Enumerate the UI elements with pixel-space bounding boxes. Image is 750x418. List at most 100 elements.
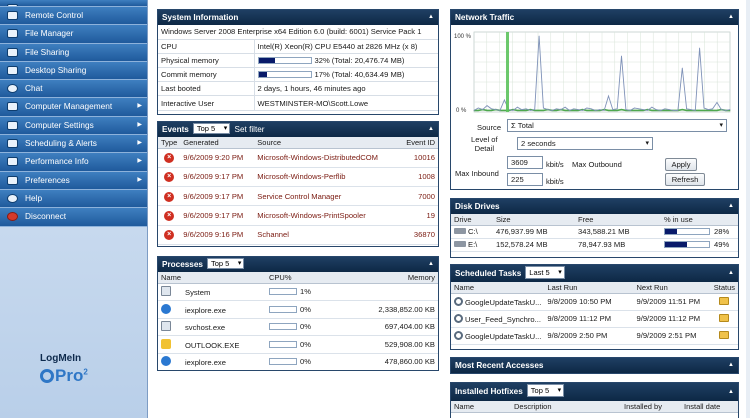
system-info-row: CPU Intel(R) Xeon(R) CPU E5440 at 2826 MH…: [158, 39, 438, 54]
event-source[interactable]: Microsoft-Windows-PrintSpooler: [254, 205, 398, 226]
chart-data-point: [647, 110, 648, 111]
col-in-use[interactable]: % in use: [661, 214, 738, 226]
task-icon: [454, 296, 463, 306]
collapse-icon[interactable]: ▲: [728, 383, 734, 401]
folder-icon[interactable]: [719, 313, 730, 322]
col-last-run[interactable]: Last Run: [544, 282, 634, 294]
sidebar-item-desktop-sharing[interactable]: Desktop Sharing: [0, 61, 147, 81]
process-cpu: 0%: [300, 304, 311, 314]
chart-data-point: [716, 102, 718, 103]
installed-hotfixes-header: Installed HotfixesTop 5 ▲: [451, 383, 738, 401]
col-name[interactable]: Name: [158, 272, 266, 284]
process-row[interactable]: iexplore.exe 0% 2,338,852.00 KB: [158, 300, 438, 319]
event-row[interactable]: × 9/6/2009 9:17 PM Service Control Manager…: [158, 186, 438, 207]
sidebar-item-dashboard[interactable]: Dashboard: [0, 0, 147, 7]
sidebar-item-performance-info[interactable]: Performance Info ▶: [0, 153, 147, 172]
drive-row[interactable]: C:\ 476,937.99 MB 343,588.21 MB 28%: [451, 225, 738, 239]
collapse-icon[interactable]: ▲: [728, 199, 734, 214]
folder-icon[interactable]: [719, 296, 730, 305]
process-memory: 529,908.00 KB: [336, 335, 438, 354]
process-row[interactable]: System 1%: [158, 283, 438, 301]
collapse-icon[interactable]: ▲: [428, 10, 434, 25]
col-free[interactable]: Free: [575, 214, 661, 226]
settings-icon: [7, 120, 18, 130]
event-source[interactable]: Microsoft-Windows-DistributedCOM: [254, 148, 398, 168]
set-filter-link[interactable]: Set filter: [235, 125, 265, 134]
col-next-run[interactable]: Next Run: [633, 282, 711, 294]
max-inbound-input[interactable]: 3609: [507, 156, 543, 169]
scheduled-task-row[interactable]: GoogleUpdateTaskU... 9/8/2009 10:50 PM 9/9…: [451, 293, 738, 311]
col-drive[interactable]: Drive: [451, 214, 493, 226]
col-status[interactable]: Status: [710, 282, 738, 294]
process-row[interactable]: svchost.exe 0% 697,404.00 KB: [158, 318, 438, 336]
sidebar-item-preferences[interactable]: Preferences ▶: [0, 171, 147, 190]
collapse-icon[interactable]: ▲: [728, 358, 734, 373]
events-filter-select[interactable]: Top 5: [192, 123, 231, 134]
level-of-detail-select[interactable]: 2 seconds: [517, 137, 653, 150]
event-source[interactable]: Schannel: [254, 225, 398, 245]
scheduled-filter-select[interactable]: Last 5: [525, 266, 565, 279]
event-row[interactable]: × 9/6/2009 9:16 PM Schannel 36870: [158, 225, 438, 245]
sidebar-item-computer-settings[interactable]: Computer Settings ▶: [0, 116, 147, 136]
chart-y-tick-top: 100 %: [454, 34, 472, 40]
process-row[interactable]: iexplore.exe 0% 478,860.00 KB: [158, 353, 438, 370]
max-outbound-input[interactable]: 225: [507, 173, 543, 186]
col-installed-by[interactable]: Installed by: [621, 401, 681, 413]
col-task-name[interactable]: Name: [451, 282, 545, 294]
events-col-generated[interactable]: Generated: [180, 137, 255, 149]
col-install-date[interactable]: Install date: [681, 401, 738, 413]
sidebar-item-label: Remote Control: [25, 10, 84, 20]
system-info-value-cell: 17% (Total: 40,634.49 MB): [254, 67, 438, 83]
events-col-event-id[interactable]: Event ID: [398, 137, 438, 149]
sidebar-item-chat[interactable]: Chat: [0, 80, 147, 99]
col-cpu[interactable]: CPU%: [266, 272, 336, 284]
collapse-icon[interactable]: ▲: [728, 265, 734, 282]
sidebar-item-file-manager[interactable]: File Manager: [0, 25, 147, 44]
event-source[interactable]: Microsoft-Windows-Perflib: [254, 167, 398, 188]
col-size[interactable]: Size: [493, 214, 575, 226]
sidebar-item-disconnect[interactable]: Disconnect: [0, 208, 147, 227]
apply-button[interactable]: Apply: [665, 158, 697, 171]
drive-usage-fill: [665, 229, 678, 234]
event-row[interactable]: × 9/6/2009 9:17 PM Microsoft-Windows-Print…: [158, 205, 438, 226]
sidebar-item-computer-management[interactable]: Computer Management ▶: [0, 98, 147, 117]
sidebar-item-file-sharing[interactable]: File Sharing: [0, 43, 147, 62]
sidebar-item-help[interactable]: Help: [0, 189, 147, 209]
memory-usage-fill: [258, 72, 268, 78]
disk-drives-panel: Disk Drives ▲ Drive Size Free % in use C:…: [450, 198, 739, 258]
event-row[interactable]: × 9/6/2009 9:20 PM Microsoft-Windows-Distr…: [158, 148, 438, 168]
cpu-usage-bar: [269, 358, 297, 366]
collapse-icon[interactable]: ▲: [428, 122, 434, 137]
chart-data-point: [638, 110, 640, 111]
process-row[interactable]: OUTLOOK.EXE 0% 529,908.00 KB: [158, 335, 438, 354]
processes-header: ProcessesTop 5 ▲: [158, 257, 438, 272]
scheduled-task-row[interactable]: GoogleUpdateTaskU... 9/8/2009 2:50 PM 9/9/…: [451, 327, 738, 345]
chart-data-point: [590, 110, 592, 111]
collapse-icon[interactable]: ▲: [428, 257, 434, 272]
drive-row[interactable]: E:\ 152,578.24 MB 78,947.93 MB 49%: [451, 238, 738, 252]
col-description[interactable]: Description: [511, 401, 621, 413]
col-memory[interactable]: Memory: [336, 272, 438, 284]
sidebar-item-scheduling-alerts[interactable]: Scheduling & Alerts ▶: [0, 135, 147, 154]
sidebar-item-remote-control[interactable]: Remote Control: [0, 7, 147, 26]
chart-data-point: [504, 110, 505, 111]
source-select[interactable]: Σ Total: [507, 119, 727, 132]
collapse-icon[interactable]: ▲: [728, 10, 734, 25]
scheduled-task-row[interactable]: User_Feed_Synchro... 9/8/2009 11:12 PM 9/9…: [451, 310, 738, 328]
col-hotfix-name[interactable]: Name: [451, 401, 511, 413]
folder-icon[interactable]: [719, 330, 730, 339]
processes-filter-select[interactable]: Top 5: [206, 258, 245, 269]
system-info-key: Physical memory: [158, 53, 255, 69]
chart-data-point: [716, 110, 718, 111]
hotfixes-filter-select[interactable]: Top 5: [526, 384, 565, 397]
scheduled-tasks-header: Scheduled TasksLast 5 ▲: [451, 265, 738, 282]
system-information-title: System Information: [162, 13, 239, 22]
event-row[interactable]: × 9/6/2009 9:17 PM Microsoft-Windows-Perfl…: [158, 167, 438, 188]
events-col-source[interactable]: Source: [254, 137, 398, 149]
chart-data-point: [477, 107, 479, 109]
events-col-type[interactable]: Type: [158, 137, 181, 149]
refresh-button[interactable]: Refresh: [665, 173, 705, 186]
system-info-row: Last booted 2 days, 1 hours, 46 minutes a…: [158, 81, 438, 97]
system-info-value-cell: Intel(R) Xeon(R) CPU E5440 at 2826 MHz (…: [254, 39, 438, 54]
event-source[interactable]: Service Control Manager: [254, 186, 398, 207]
